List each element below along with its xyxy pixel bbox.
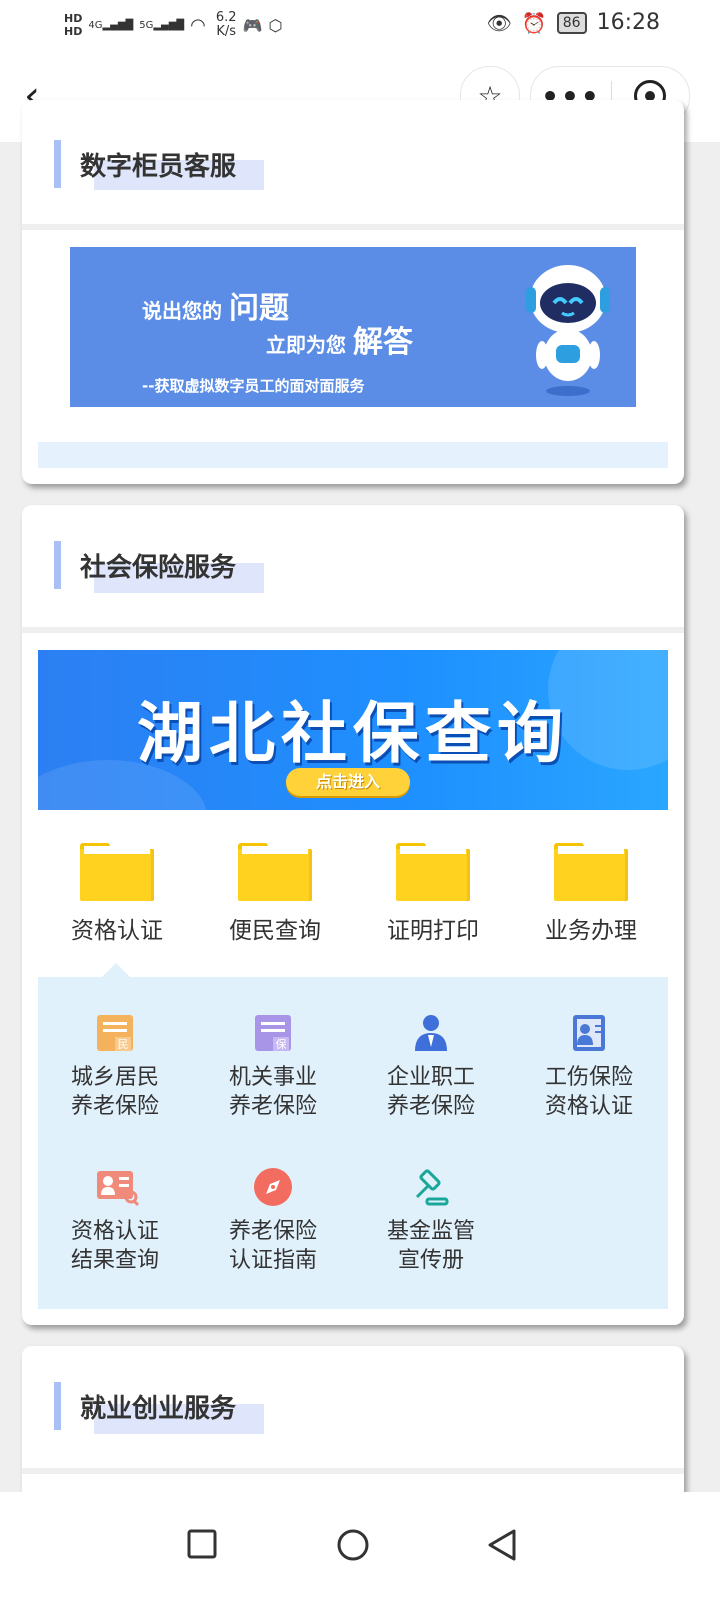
hand-icon: ⬡ <box>268 15 283 35</box>
folder-icon <box>80 843 154 901</box>
tab-label: 资格认证 <box>71 918 163 944</box>
tab-business[interactable]: 业务办理 <box>526 843 656 945</box>
net-speed-unit: K/s <box>216 24 237 39</box>
section-accent-bar <box>54 541 61 589</box>
home-circle-icon[interactable] <box>336 1528 370 1562</box>
sub-enterprise-pension[interactable]: 企业职工 养老保险 <box>356 1013 506 1121</box>
clock-time: 16:28 <box>596 10 660 35</box>
sub-institution-pension[interactable]: 保 机关事业 养老保险 <box>198 1013 348 1121</box>
banner-title: 湖北社保查询 <box>137 695 569 772</box>
tab-convenience-query[interactable]: 便民查询 <box>210 843 340 945</box>
sub-label: 机关事业 养老保险 <box>228 1065 317 1119</box>
folder-icon <box>238 843 312 901</box>
sub-qualification-result[interactable]: 资格认证 结果查询 <box>40 1167 190 1275</box>
sub-label: 基金监管 宣传册 <box>386 1219 475 1273</box>
section-header: 数字柜员客服 <box>22 100 684 230</box>
compass-icon <box>253 1167 293 1207</box>
folder-icon <box>396 843 470 901</box>
sub-service-panel: 民 城乡居民 养老保险 保 机关事业 养老保险 企业职工 养老保险 工伤保险 资格认证 <box>38 977 668 1309</box>
wifi-icon: ◠ <box>190 14 206 36</box>
sub-label: 城乡居民 养老保险 <box>70 1065 159 1119</box>
gavel-icon <box>411 1167 451 1207</box>
hubei-social-query-banner[interactable]: 湖北社保查询 点击进入 <box>38 650 668 810</box>
signal-4g-icon: 4G▂▄▆█ <box>88 19 134 31</box>
section-separator <box>22 224 684 230</box>
tab-qualification[interactable]: 资格认证 <box>52 843 182 945</box>
folder-icon <box>554 843 628 901</box>
light-strip <box>38 442 668 468</box>
service-tabs: 资格认证 便民查询 证明打印 业务办理 <box>38 843 668 983</box>
banner-line2: 立即为您 解答 <box>266 325 413 360</box>
signal-5g-icon: 5G▂▄▆█ <box>139 19 185 31</box>
sub-urban-rural-pension[interactable]: 民 城乡居民 养老保险 <box>40 1013 190 1121</box>
tab-label: 业务办理 <box>545 918 637 944</box>
robot-mascot-icon <box>526 265 610 396</box>
svg-text:民: 民 <box>118 1038 129 1051</box>
status-right: 👁 ⏰ 86 16:28 <box>486 10 660 35</box>
digital-teller-banner[interactable]: 说出您的 问题 立即为您 解答 --获取虚拟数字员工的面对面服务 <box>70 247 636 407</box>
system-nav-bar <box>0 1492 720 1600</box>
tab-label: 证明打印 <box>387 918 479 944</box>
sub-label: 资格认证 结果查询 <box>70 1219 159 1273</box>
status-left: HD HD 4G▂▄▆█ 5G▂▄▆█ ◠ 6.2 K/s 🎮 ⬡ <box>64 8 282 42</box>
section-header: 就业创业服务 <box>22 1346 684 1474</box>
recents-square-icon[interactable] <box>186 1528 218 1560</box>
id-card-icon <box>569 1013 609 1053</box>
section-accent-bar <box>54 140 61 188</box>
net-speed: 6.2 K/s <box>216 11 237 39</box>
digital-teller-card: 数字柜员客服 说出您的 问题 立即为您 解答 --获取虚拟数字员工的面对面服务 <box>22 100 684 484</box>
section-title: 社会保险服务 <box>80 553 237 583</box>
section-accent-bar <box>54 1382 61 1430</box>
hd-label-2: HD <box>64 25 83 38</box>
active-tab-pointer <box>102 963 130 977</box>
back-triangle-icon[interactable] <box>486 1528 518 1562</box>
alarm-icon: ⏰ <box>521 10 547 35</box>
hd-indicator: HD HD <box>64 12 82 38</box>
banner-line3: --获取虚拟数字员工的面对面服务 <box>142 377 365 395</box>
net-speed-value: 6.2 <box>215 10 237 25</box>
profile-search-icon <box>95 1167 140 1207</box>
tab-certificate-print[interactable]: 证明打印 <box>368 843 498 945</box>
employee-icon <box>411 1013 451 1053</box>
social-insurance-card: 社会保险服务 湖北社保查询 点击进入 资格认证 便民查询 证明打印 业务办理 民… <box>22 505 684 1325</box>
section-title: 数字柜员客服 <box>80 152 237 182</box>
battery-indicator: 86 <box>556 11 587 34</box>
section-separator <box>22 1468 684 1474</box>
section-header: 社会保险服务 <box>22 505 684 633</box>
sub-label: 企业职工 养老保险 <box>386 1065 475 1119</box>
document-min-icon: 民 <box>95 1013 135 1053</box>
sub-pension-guide[interactable]: 养老保险 认证指南 <box>198 1167 348 1275</box>
status-bar: HD HD 4G▂▄▆█ 5G▂▄▆█ ◠ 6.2 K/s 🎮 ⬡ 👁 ⏰ 86… <box>0 0 720 50</box>
sub-label: 工伤保险 资格认证 <box>544 1065 633 1119</box>
hd-label-1: HD <box>64 12 83 25</box>
svg-text:保: 保 <box>276 1037 287 1051</box>
enter-button[interactable]: 点击进入 <box>286 768 410 796</box>
sub-fund-supervision[interactable]: 基金监管 宣传册 <box>356 1167 506 1275</box>
sub-injury-insurance[interactable]: 工伤保险 资格认证 <box>514 1013 664 1121</box>
game-icon: 🎮 <box>242 15 263 35</box>
section-separator <box>22 627 684 633</box>
tab-label: 便民查询 <box>229 918 321 944</box>
eye-icon: 👁 <box>486 10 512 35</box>
document-bao-icon: 保 <box>253 1013 293 1053</box>
sub-label: 养老保险 认证指南 <box>228 1219 317 1273</box>
section-title: 就业创业服务 <box>80 1394 237 1424</box>
